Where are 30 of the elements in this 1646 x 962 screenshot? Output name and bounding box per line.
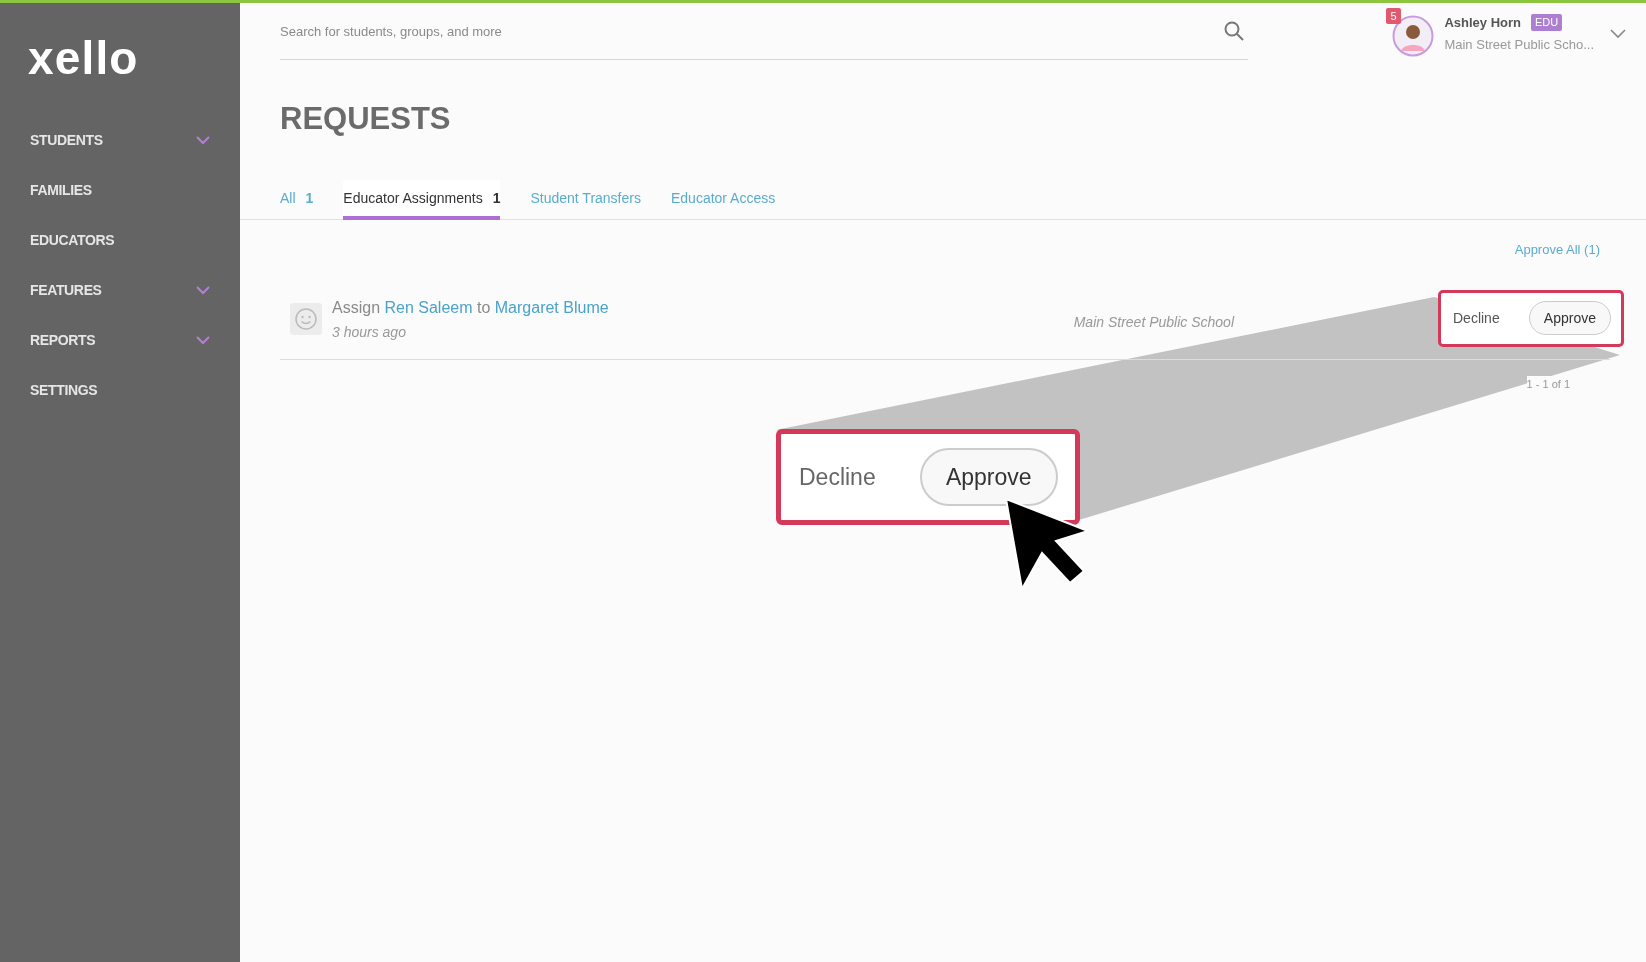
role-tag: EDU bbox=[1531, 14, 1563, 32]
approve-button[interactable]: Approve bbox=[919, 448, 1058, 506]
approve-all-link[interactable]: Approve All (1) bbox=[1514, 240, 1600, 260]
smiley-icon bbox=[290, 303, 322, 335]
notification-badge: 5 bbox=[1386, 8, 1401, 24]
sidebar-item[interactable]: STUDENTS bbox=[0, 115, 240, 165]
search-icon[interactable] bbox=[1224, 21, 1244, 41]
decline-button[interactable]: Decline bbox=[1453, 307, 1500, 329]
name-link[interactable]: Ren Saleem bbox=[384, 298, 473, 316]
approve-button[interactable]: Approve bbox=[1528, 301, 1611, 335]
sidebar-item[interactable]: REPORTS bbox=[0, 315, 240, 365]
tab[interactable]: Educator Assignments 1 bbox=[343, 180, 501, 220]
user-name: Ashley Horn bbox=[1444, 14, 1521, 32]
search-field[interactable]: Search for students, groups, and more bbox=[280, 22, 1224, 42]
name-link[interactable]: Margaret Blume bbox=[494, 298, 609, 316]
request-time: 3 hours ago bbox=[332, 322, 407, 342]
sidebar-item[interactable]: SETTINGS bbox=[0, 365, 240, 415]
page-title: REQUESTS bbox=[279, 103, 452, 134]
decline-button[interactable]: Decline bbox=[799, 459, 876, 495]
request-text: Assign Ren Saleem to Margaret Blume bbox=[332, 297, 609, 318]
tab[interactable]: All 1 bbox=[280, 180, 314, 220]
xello-logo: xello bbox=[28, 35, 140, 81]
school-name: Main Street Public Scho... bbox=[1444, 35, 1594, 54]
sidebar-item[interactable]: FAMILIES bbox=[0, 165, 240, 215]
school-name: Main Street Public School bbox=[1073, 312, 1234, 332]
sidebar-item[interactable]: EDUCATORS bbox=[0, 215, 240, 265]
tab[interactable]: Student Transfers bbox=[530, 180, 641, 220]
chevron-down-icon[interactable] bbox=[1610, 29, 1626, 39]
sidebar-item[interactable]: FEATURES bbox=[0, 265, 240, 315]
tab[interactable]: Educator Access bbox=[670, 180, 776, 220]
